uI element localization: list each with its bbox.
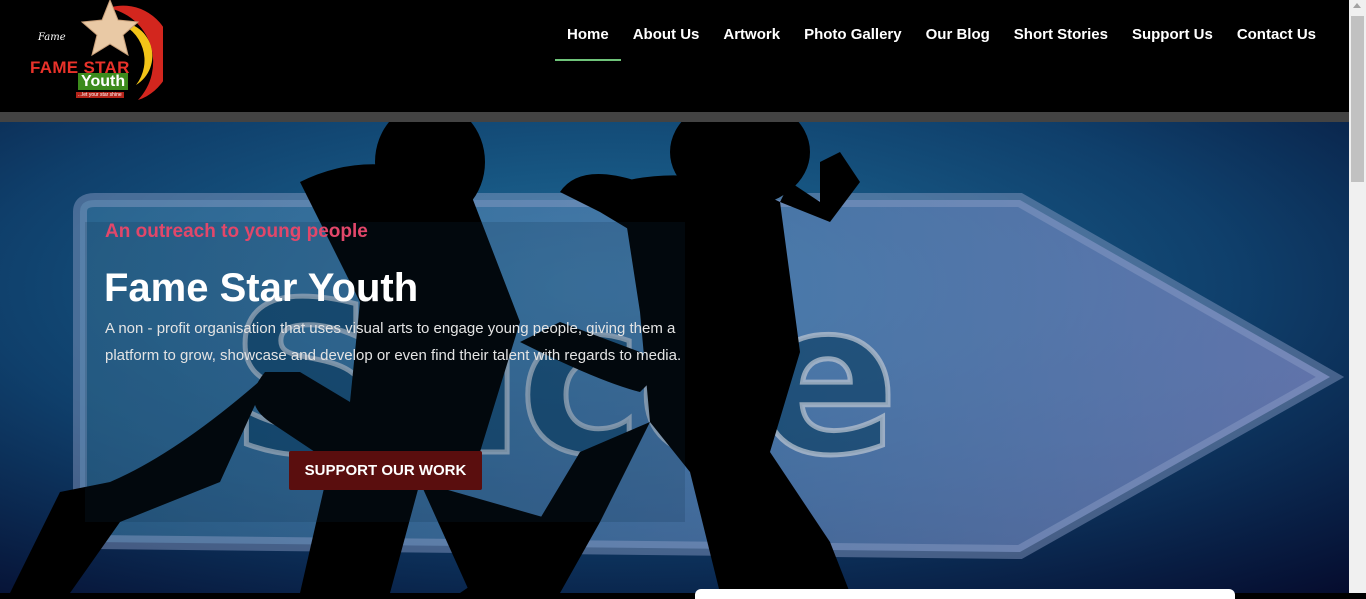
nav-item-artwork[interactable]: Artwork	[711, 0, 792, 60]
support-our-work-button[interactable]: SUPPORT OUR WORK	[289, 451, 482, 490]
logo-text-youth: Youth	[78, 73, 129, 90]
svg-text:Fame: Fame	[37, 32, 66, 43]
hero-kicker: An outreach to young people	[105, 221, 368, 242]
site-header: Fame FAME STAR Youth ...let your star sh…	[0, 0, 1349, 112]
hero-description: A non - profit organisation that uses vi…	[105, 320, 682, 364]
bottom-card-edge	[695, 589, 1235, 599]
scrollbar-thumb[interactable]	[1351, 16, 1364, 182]
header-divider	[0, 112, 1349, 122]
nav-item-home[interactable]: Home	[555, 0, 621, 61]
nav-item-about-us[interactable]: About Us	[621, 0, 712, 60]
main-nav: Home About Us Artwork Photo Gallery Our …	[555, 0, 1328, 112]
logo-tagline: ...let your star shine	[76, 92, 124, 98]
site-logo[interactable]: Fame FAME STAR Youth ...let your star sh…	[28, 0, 172, 110]
nav-item-photo-gallery[interactable]: Photo Gallery	[792, 0, 914, 60]
nav-item-support-us[interactable]: Support Us	[1120, 0, 1225, 60]
hero-title: Fame Star Youth	[104, 266, 419, 310]
nav-item-contact-us[interactable]: Contact Us	[1225, 0, 1328, 60]
nav-item-short-stories[interactable]: Short Stories	[1002, 0, 1120, 60]
scroll-up-arrow-icon[interactable]	[1353, 3, 1361, 8]
nav-item-our-blog[interactable]: Our Blog	[914, 0, 1002, 60]
